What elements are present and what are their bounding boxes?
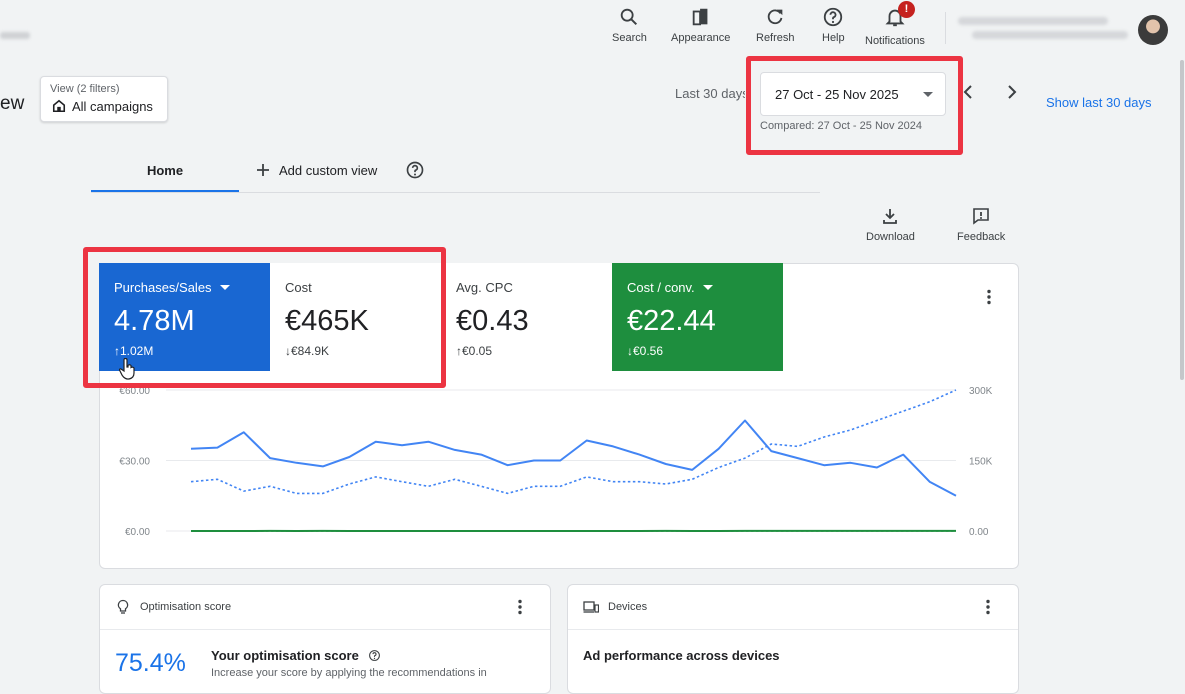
y-left-tick-label: €30.00 [119,457,150,468]
feedback-button[interactable]: Feedback [957,206,1005,243]
optimisation-score-heading: Your optimisation score [211,648,381,663]
search-label: Search [612,32,647,44]
scorecard-delta: ↑€0.05 [456,344,492,358]
scorecard-delta-value: €0.05 [462,344,492,358]
scorecard-label-text: Avg. CPC [456,280,513,295]
show-last-30-days-link[interactable]: Show last 30 days [1046,95,1152,110]
notifications-label: Notifications [865,35,925,47]
add-custom-view-button[interactable]: Add custom view [255,162,377,178]
performance-chart: €0.00€30.00€60.000.00150K300K [100,375,1018,565]
refresh-label: Refresh [756,32,795,44]
series-line-3 [191,390,956,493]
scorecard-cost-per-conv[interactable]: Cost / conv. €22.44 ↓€0.56 [612,263,783,371]
plus-icon [255,162,271,178]
avatar[interactable] [1138,15,1168,45]
help-icon [822,6,844,28]
scorecard-value: €22.44 [627,305,716,338]
date-range-highlight [746,56,963,155]
scorecard-label[interactable]: Cost / conv. [627,280,713,295]
page-title: ew [0,93,24,115]
appearance-button[interactable]: Appearance [671,6,730,44]
optimisation-score-card: Optimisation score 75.4% Your optimisati… [99,584,551,694]
refresh-icon [764,6,786,28]
optimisation-score-value: 75.4% [115,649,186,678]
devices-card: Devices Ad performance across devices [567,584,1019,694]
download-icon [880,206,900,226]
y-right-tick-label: 300K [969,386,993,397]
add-custom-view-label: Add custom view [279,163,377,178]
hand-cursor-icon [118,358,138,380]
view-filter-count: View (2 filters) [50,83,119,95]
tabs-divider [91,192,820,193]
account-email-redacted [972,31,1128,39]
feedback-label: Feedback [957,231,1005,243]
scorecard-avg-cpc[interactable]: Avg. CPC €0.43 ↑€0.05 [441,263,612,371]
lightbulb-icon [115,599,131,615]
y-left-tick-label: €0.00 [125,527,150,538]
scorecard-delta: ↓€0.56 [627,344,663,358]
scorecard-value: €0.43 [456,305,529,338]
more-options-icon[interactable] [980,599,996,615]
notifications-button[interactable]: ! Notifications [865,6,925,47]
search-icon [618,6,640,28]
chevron-right-icon[interactable] [1002,82,1022,102]
download-button[interactable]: Download [866,206,915,243]
refresh-button[interactable]: Refresh [756,6,795,44]
card-header: Devices [568,585,1018,630]
help-circle-icon[interactable] [405,160,425,180]
optimisation-score-description: Increase your score by applying the reco… [211,667,487,679]
appearance-label: Appearance [671,32,730,44]
account-line-redacted [958,17,1108,25]
y-right-tick-label: 0.00 [969,527,989,538]
download-label: Download [866,231,915,243]
appearance-icon [690,6,712,28]
notification-badge: ! [898,1,915,18]
search-button[interactable]: Search [612,6,647,44]
card-title: Devices [608,601,647,613]
y-right-tick-label: 150K [969,457,993,468]
scorecard-delta-value: €0.56 [633,344,663,358]
scorecard-label: Avg. CPC [456,280,513,295]
campaigns-home-icon [52,99,66,113]
series-line-1 [191,421,956,496]
optimisation-heading-text: Your optimisation score [211,648,359,663]
help-button[interactable]: Help [822,6,845,44]
scorecard-label-text: Cost / conv. [627,280,695,295]
view-filter-value: All campaigns [72,99,153,114]
page-scrollbar[interactable] [1180,60,1184,380]
tab-home[interactable]: Home [91,150,239,192]
date-preset-label: Last 30 days [675,86,745,101]
caret-down-icon [703,285,713,290]
feedback-icon [971,206,991,226]
card-header: Optimisation score [100,585,550,630]
help-circle-icon[interactable] [368,649,381,662]
devices-heading: Ad performance across devices [583,648,780,663]
more-options-icon[interactable] [981,289,997,305]
devices-icon [583,599,599,615]
card-title: Optimisation score [140,601,231,613]
topbar-divider [945,12,946,44]
account-name-redacted [0,32,30,39]
help-label: Help [822,32,845,44]
view-filter-button[interactable]: View (2 filters) All campaigns [40,76,168,122]
more-options-icon[interactable] [512,599,528,615]
